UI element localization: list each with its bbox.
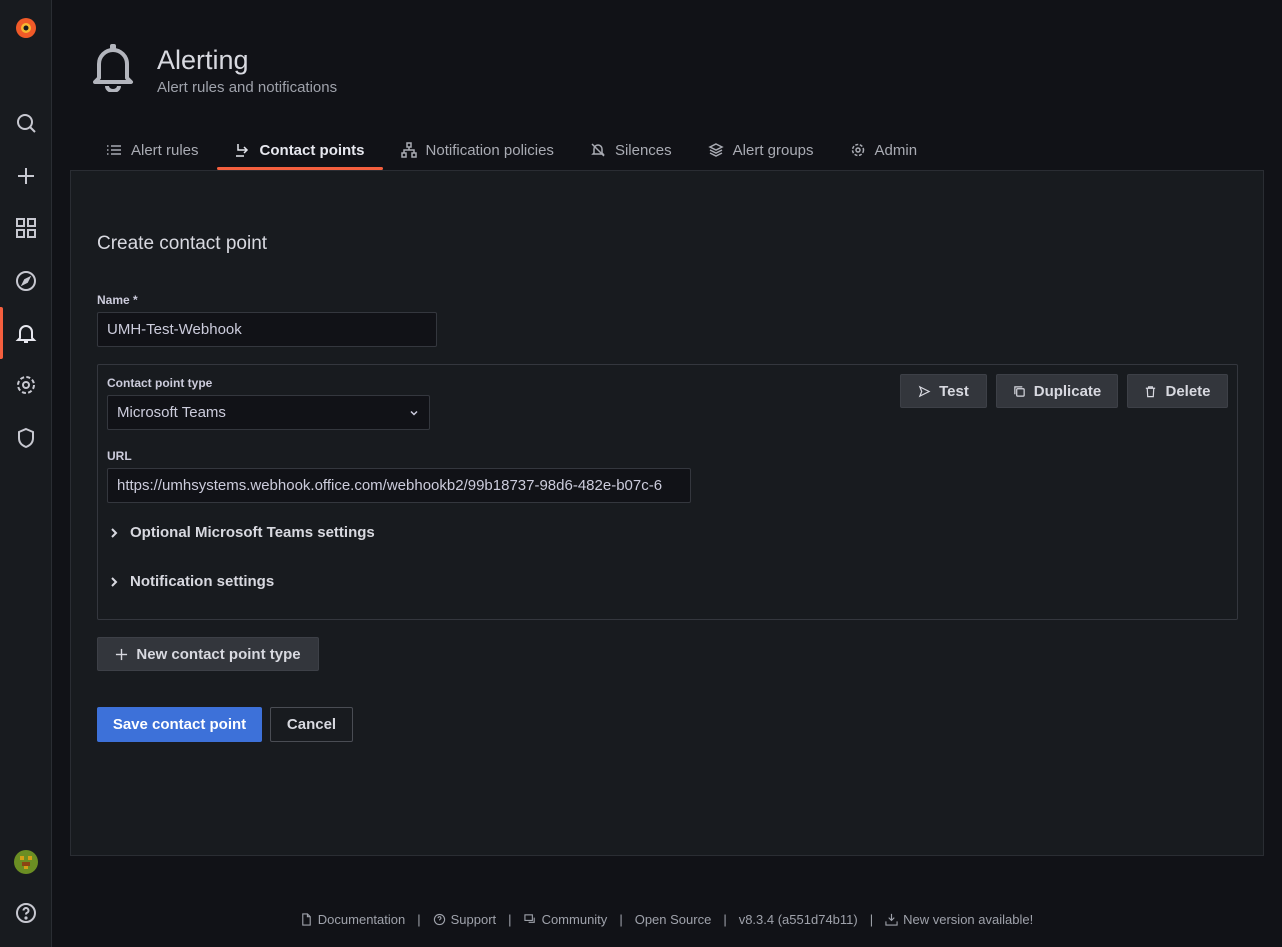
tab-alert-rules[interactable]: Alert rules (88, 132, 217, 168)
chevron-down-icon (410, 410, 418, 416)
server-admin-shield-icon[interactable] (0, 418, 51, 458)
tab-label: Alert rules (131, 141, 199, 159)
document-icon (302, 913, 311, 926)
duplicate-button[interactable]: Duplicate (996, 374, 1118, 408)
test-label: Test (939, 382, 969, 400)
optional-settings-toggle[interactable]: Optional Microsoft Teams settings (108, 524, 375, 541)
name-label: Name * (97, 293, 138, 307)
delete-button[interactable]: Delete (1127, 374, 1228, 408)
optional-settings-label: Optional Microsoft Teams settings (130, 524, 375, 541)
tab-label: Contact points (259, 141, 365, 159)
tab-label: Admin (874, 141, 918, 159)
page-bell-icon (93, 44, 133, 92)
save-contact-point-button[interactable]: Save contact point (97, 707, 262, 742)
download-icon (885, 913, 898, 926)
tab-label: Alert groups (732, 141, 814, 159)
tab-bar: Alert rules Contact points Notification … (88, 132, 935, 170)
documentation-label: Documentation (317, 912, 406, 927)
tab-label: Notification policies (425, 141, 554, 159)
new-contact-point-type-button[interactable]: New contact point type (97, 637, 319, 671)
delete-label: Delete (1165, 382, 1211, 400)
search-icon[interactable] (0, 103, 51, 143)
dashboards-icon[interactable] (0, 208, 51, 248)
name-input[interactable]: UMH-Test-Webhook (97, 312, 437, 347)
select-value: Microsoft Teams (117, 404, 226, 421)
footer-separator: | (508, 912, 512, 927)
alerting-bell-icon[interactable] (0, 313, 51, 353)
sitemap-icon (400, 142, 417, 158)
tab-label: Silences (614, 141, 672, 159)
test-button[interactable]: Test (900, 374, 987, 408)
bell-slash-icon (591, 143, 605, 157)
plus-icon (116, 648, 128, 660)
cancel-button[interactable]: Cancel (270, 707, 353, 742)
create-plus-icon[interactable] (0, 156, 51, 196)
tab-silences[interactable]: Silences (572, 132, 690, 168)
send-icon (918, 385, 931, 397)
explore-compass-icon[interactable] (0, 261, 51, 301)
chevron-right-icon (111, 576, 118, 587)
support-label: Support (450, 912, 497, 927)
copy-icon (1013, 385, 1025, 397)
question-circle-icon (433, 913, 445, 926)
grafana-logo-icon[interactable] (0, 8, 51, 48)
footer-separator: | (869, 912, 874, 927)
tab-alert-groups[interactable]: Alert groups (690, 132, 832, 168)
open-source-link[interactable]: Open Source (635, 912, 712, 927)
layer-group-icon (707, 143, 724, 157)
footer: Documentation | Support | Community | Op… (0, 912, 1282, 927)
tab-contact-points[interactable]: Contact points (216, 132, 383, 170)
new-type-label: New contact point type (136, 645, 301, 663)
user-avatar[interactable] (0, 842, 51, 882)
version-label: v8.3.4 (a551d74b11) (738, 912, 858, 927)
support-link[interactable]: Support (433, 912, 497, 927)
form-title: Create contact point (97, 233, 268, 254)
contact-point-type-select[interactable]: Microsoft Teams (107, 395, 430, 430)
cog-icon (851, 143, 864, 157)
footer-separator: | (723, 912, 727, 927)
trash-icon (1146, 385, 1156, 397)
documentation-link[interactable]: Documentation (300, 912, 405, 927)
list-icon (107, 145, 121, 155)
configuration-gear-icon[interactable] (0, 365, 51, 405)
version-text: v8.3.4 (a551d74b11) (739, 912, 858, 927)
new-version-label: New version available! (903, 912, 1034, 927)
sidebar (0, 0, 52, 947)
community-link[interactable]: Community (523, 912, 608, 927)
notification-settings-label: Notification settings (130, 573, 275, 590)
open-source-label: Open Source (634, 912, 712, 927)
new-version-link[interactable]: New version available! (885, 912, 1033, 927)
notification-settings-toggle[interactable]: Notification settings (108, 573, 274, 590)
page-title: Alerting (157, 45, 249, 75)
footer-separator: | (619, 912, 623, 927)
url-label: URL (107, 449, 132, 463)
comments-icon (523, 914, 535, 923)
contact-point-type-label: Contact point type (107, 376, 213, 390)
tab-admin[interactable]: Admin (832, 132, 936, 168)
duplicate-label: Duplicate (1033, 382, 1102, 400)
footer-separator: | (417, 912, 421, 927)
community-label: Community (541, 912, 608, 927)
tab-notification-policies[interactable]: Notification policies (383, 132, 572, 168)
comment-alt-share-icon (235, 144, 248, 157)
page-subtitle: Alert rules and notifications (157, 79, 338, 96)
url-input[interactable]: https://umhsystems.webhook.office.com/we… (107, 468, 691, 503)
chevron-right-icon (111, 527, 118, 538)
